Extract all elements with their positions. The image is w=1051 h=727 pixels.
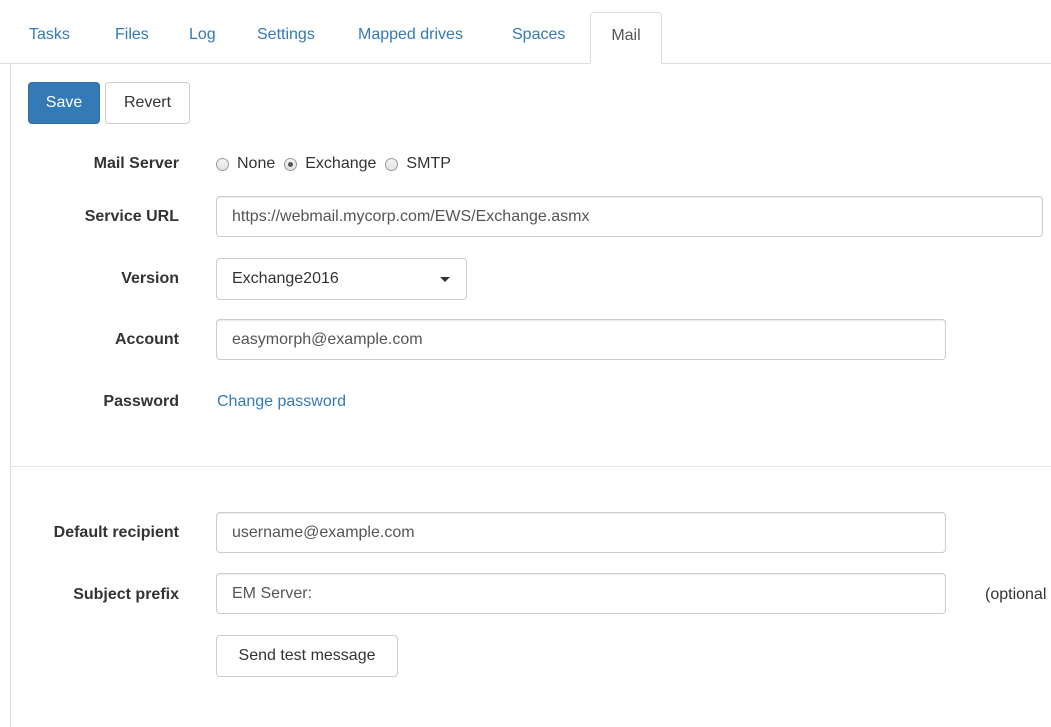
section-divider	[11, 466, 1051, 467]
mail-server-option-exchange[interactable]: Exchange	[284, 155, 376, 173]
tab-log[interactable]: Log	[189, 26, 216, 44]
password-label: Password	[103, 393, 179, 410]
default-recipient-input[interactable]	[216, 512, 946, 553]
revert-button[interactable]: Revert	[105, 82, 190, 124]
subject-prefix-label: Subject prefix	[73, 586, 179, 603]
tab-files[interactable]: Files	[115, 26, 149, 44]
mail-server-option-smtp[interactable]: SMTP	[385, 155, 451, 173]
account-input[interactable]	[216, 319, 946, 360]
radio-exchange[interactable]	[284, 157, 298, 171]
radio-none[interactable]	[216, 157, 229, 171]
save-button[interactable]: Save	[28, 82, 100, 124]
mail-server-label: Mail Server	[93, 155, 179, 172]
tab-settings[interactable]: Settings	[257, 26, 315, 44]
version-select-value: Exchange2016	[232, 270, 339, 287]
tab-mail[interactable]: Mail	[590, 12, 662, 64]
radio-smtp-label: SMTP	[406, 155, 451, 172]
service-url-label: Service URL	[84, 208, 179, 225]
radio-none-label: None	[237, 155, 276, 172]
account-label: Account	[115, 331, 179, 348]
tab-bar: Tasks Files Log Settings Mapped drives S…	[0, 0, 1051, 64]
tab-tasks[interactable]: Tasks	[29, 26, 70, 44]
version-select[interactable]: Exchange2016	[216, 258, 467, 300]
optional-hint: (optional	[985, 586, 1047, 603]
tab-mapped-drives[interactable]: Mapped drives	[358, 26, 463, 44]
chevron-down-icon	[440, 277, 450, 282]
tab-bar-divider	[0, 63, 590, 64]
panel-border	[10, 63, 11, 727]
change-password-link[interactable]: Change password	[217, 393, 346, 411]
mail-server-radio-group: None Exchange SMTP	[216, 154, 460, 174]
radio-exchange-label: Exchange	[305, 155, 377, 172]
tab-bar-divider	[662, 63, 1051, 64]
radio-smtp[interactable]	[385, 157, 399, 171]
subject-prefix-input[interactable]	[216, 573, 946, 614]
default-recipient-label: Default recipient	[53, 524, 179, 541]
service-url-input[interactable]	[216, 196, 1043, 237]
version-label: Version	[121, 270, 179, 287]
tab-spaces[interactable]: Spaces	[512, 26, 565, 44]
mail-server-option-none[interactable]: None	[216, 155, 275, 173]
send-test-message-button[interactable]: Send test message	[216, 635, 398, 677]
